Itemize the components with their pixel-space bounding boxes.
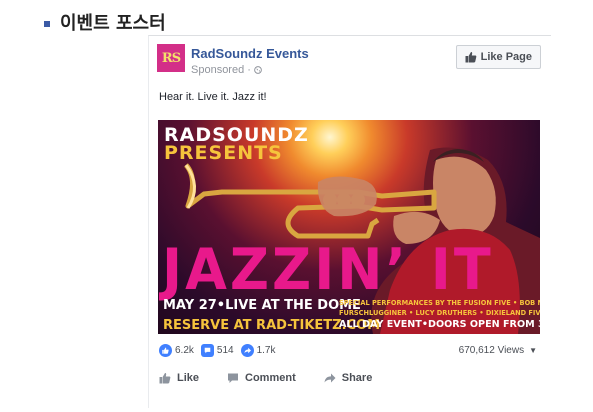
like-reaction-icon [159, 344, 172, 357]
globe-icon [254, 66, 262, 74]
thumbs-up-icon [159, 372, 171, 384]
likes-value: 6.2k [175, 345, 194, 356]
poster-performances: SPECIAL PERFORMANCES BY THE FUSION FIVE … [339, 298, 540, 318]
share-arrow-icon [240, 344, 254, 357]
like-page-label: Like Page [480, 51, 532, 63]
sponsored-label: Sponsored · [191, 64, 262, 76]
views-count[interactable]: 670,612 Views ▼ [459, 345, 537, 356]
share-icon [324, 373, 336, 383]
sponsored-text: Sponsored · [191, 64, 254, 76]
shares-count[interactable]: 1.7k [240, 344, 276, 357]
bullet-icon [44, 20, 50, 27]
thumbs-up-icon [465, 51, 477, 63]
likes-count[interactable]: 6.2k [159, 344, 194, 357]
section-title: 이벤트 포스터 [60, 13, 166, 34]
like-page-button[interactable]: Like Page [455, 45, 541, 69]
poster-performances-line-2: FURSCHLUGGINER • LUCY DRUTHERS • DIXIELA… [339, 309, 540, 317]
share-button[interactable]: Share [324, 372, 373, 384]
shares-value: 1.7k [256, 345, 276, 356]
page-name-link[interactable]: RadSoundz Events [191, 46, 309, 61]
page-logo[interactable]: RS [157, 44, 185, 72]
comments-count[interactable]: 514 [200, 344, 234, 357]
comment-button[interactable]: Comment [227, 372, 296, 384]
section-heading: 이벤트 포스터 [44, 9, 166, 35]
comment-bubble-icon [200, 344, 214, 357]
poster-all-day: ALL DAY EVENT•DOORS OPEN FROM 3-11 PM [339, 319, 540, 330]
comment-label: Comment [245, 372, 296, 384]
caret-down-icon: ▼ [529, 346, 537, 355]
views-value: 670,612 Views [458, 345, 525, 356]
post-actions: Like Comment Share [159, 372, 400, 384]
poster-date: MAY 27•LIVE AT THE DOME [163, 298, 361, 313]
like-button[interactable]: Like [159, 372, 199, 384]
poster-performances-line-1: SPECIAL PERFORMANCES BY THE FUSION FIVE … [339, 299, 540, 307]
poster-presents: PRESENTS [164, 142, 283, 164]
like-label: Like [177, 372, 200, 384]
post-text: Hear it. Live it. Jazz it! [159, 91, 267, 103]
event-poster-image[interactable]: RADSOUNDZ PRESENTS JAZZIN’ IT MAY 27•LIV… [158, 120, 540, 334]
comment-icon [228, 373, 239, 383]
sponsored-post-card: RS RadSoundz Events Sponsored · Like Pag… [148, 35, 551, 408]
poster-title: JAZZIN’ IT [162, 236, 494, 303]
comments-value: 514 [216, 345, 234, 356]
share-label: Share [341, 372, 373, 384]
engagement-stats: 6.2k 514 1.7k [159, 344, 283, 357]
